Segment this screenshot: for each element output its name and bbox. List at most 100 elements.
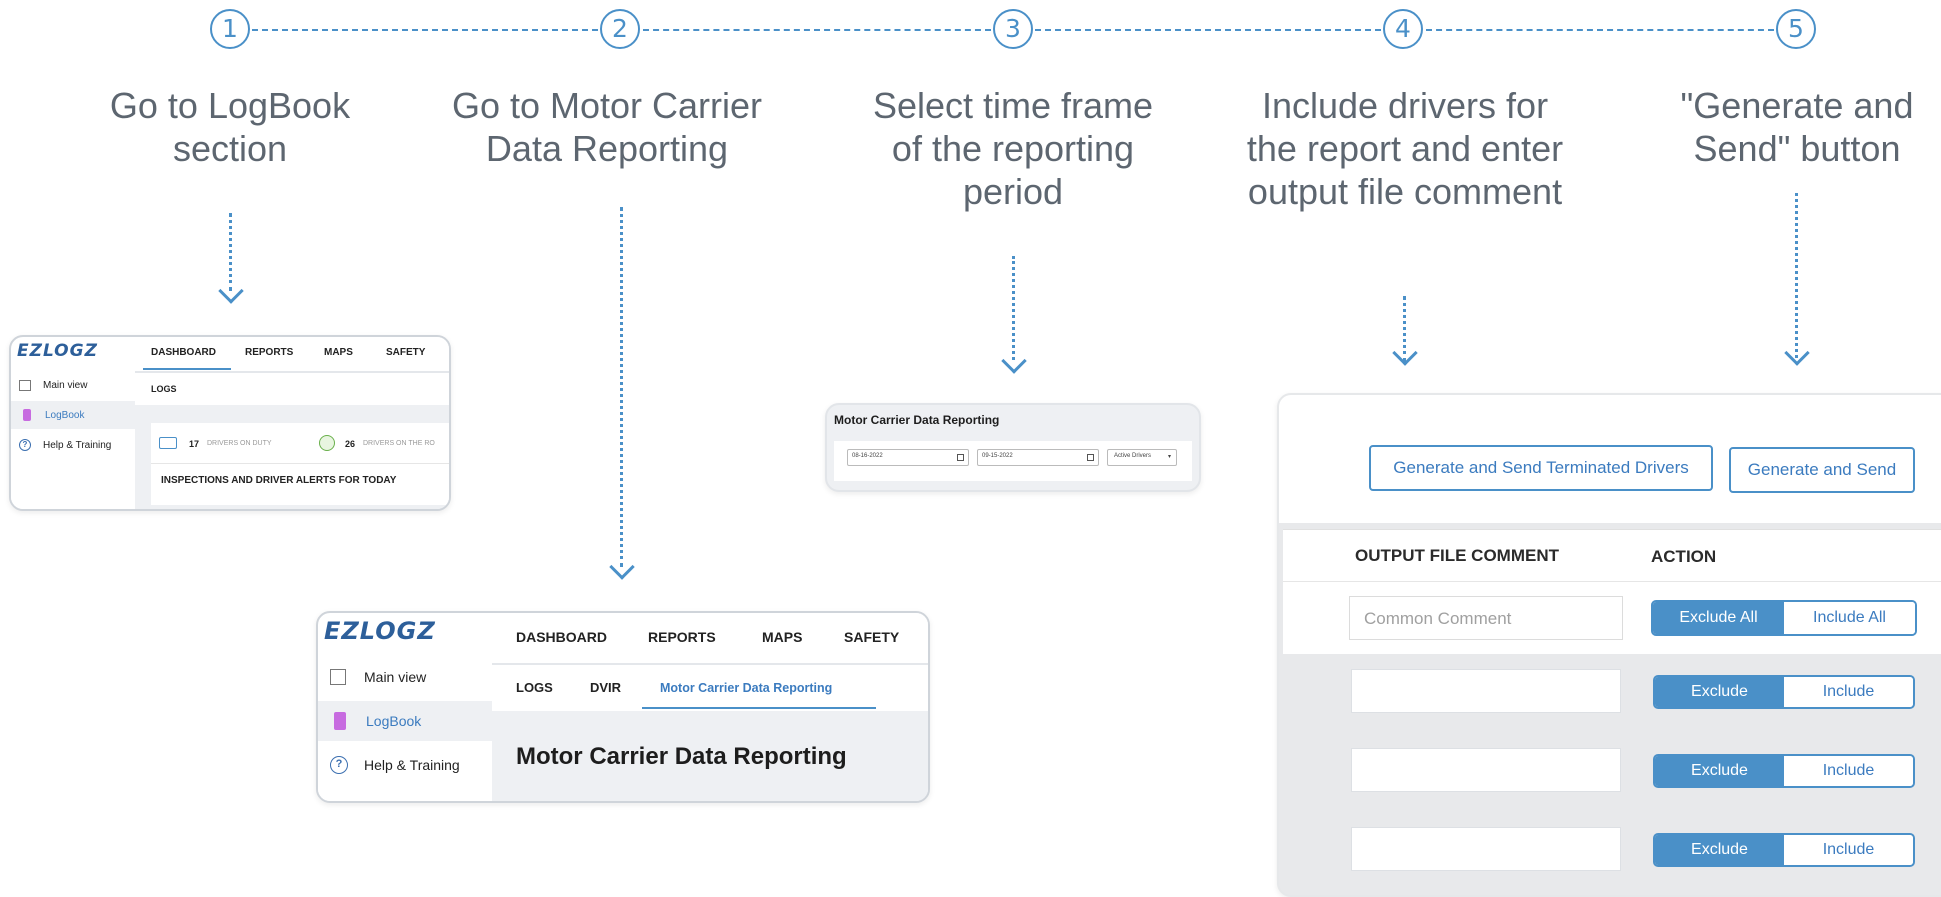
exclude-include-toggle: Exclude Include xyxy=(1653,833,1915,867)
subnav-mcdr[interactable]: Motor Carrier Data Reporting xyxy=(660,681,832,695)
filter-bar: 08-16-2022 09-15-2022 Active Drivers ▾ xyxy=(834,441,1192,481)
sidebar-item-label: Help & Training xyxy=(364,757,460,773)
step-2-circle: 2 xyxy=(600,9,640,49)
common-comment-placeholder: Common Comment xyxy=(1364,609,1512,628)
sidebar-item-label: LogBook xyxy=(45,409,85,421)
step-4-circle: 4 xyxy=(1383,9,1423,49)
date-to-input[interactable]: 09-15-2022 xyxy=(977,449,1099,466)
bank-icon xyxy=(330,669,346,685)
table-row: Exclude Include xyxy=(1283,811,1941,889)
subnav-logs[interactable]: LOGS xyxy=(151,384,177,394)
col-output-file-comment: OUTPUT FILE COMMENT xyxy=(1355,546,1559,565)
step-3-text: Select time frame of the reporting perio… xyxy=(872,85,1154,212)
exclude-all-button[interactable]: Exclude All xyxy=(1653,602,1784,634)
time-frame-screenshot-card: Motor Carrier Data Reporting 08-16-2022 … xyxy=(825,403,1201,492)
road-icon xyxy=(319,435,335,451)
exclude-include-toggle: Exclude Include xyxy=(1653,754,1915,788)
arrow-head-icon xyxy=(1001,348,1027,374)
nav-safety[interactable]: SAFETY xyxy=(844,629,899,645)
sidebar-item-label: Help & Training xyxy=(43,439,112,451)
step-1-text: Go to LogBook section xyxy=(109,85,351,169)
exclude-button[interactable]: Exclude xyxy=(1655,756,1784,786)
ezlogz-logo: EZLOGZ xyxy=(17,341,98,361)
chevron-down-icon: ▾ xyxy=(1167,454,1171,460)
sidebar-item-label: Main view xyxy=(43,379,88,391)
divider xyxy=(151,463,449,464)
logbook-icon xyxy=(334,712,346,730)
exclude-include-all-toggle: Exclude All Include All xyxy=(1651,600,1917,636)
date-from-value: 08-16-2022 xyxy=(852,453,883,459)
button-bar: Generate and Send Terminated Drivers Gen… xyxy=(1279,395,1941,523)
step-connector xyxy=(643,29,991,31)
logbook-screenshot-card: EZLOGZ Main view LogBook ? Help & Traini… xyxy=(9,335,451,511)
subnav-dvir[interactable]: DVIR xyxy=(590,680,621,695)
active-nav-underline xyxy=(143,368,231,370)
nav-dashboard[interactable]: DASHBOARD xyxy=(151,347,216,358)
page-heading: Motor Carrier Data Reporting xyxy=(516,743,847,770)
arrow-line xyxy=(1012,256,1015,360)
main-panel: DASHBOARD REPORTS MAPS SAFETY LOGS 17 DR… xyxy=(135,337,449,509)
include-button[interactable]: Include xyxy=(1784,756,1913,786)
generate-send-button[interactable]: Generate and Send xyxy=(1729,447,1915,493)
exclude-button[interactable]: Exclude xyxy=(1655,835,1784,865)
row-comment-input[interactable] xyxy=(1351,827,1621,871)
sidebar-item-help[interactable]: ? Help & Training xyxy=(318,745,492,785)
arrow-head-icon xyxy=(218,278,244,304)
top-nav: DASHBOARD REPORTS MAPS SAFETY xyxy=(135,337,449,373)
date-from-input[interactable]: 08-16-2022 xyxy=(847,449,969,466)
active-subnav-underline xyxy=(642,707,876,709)
driver-filter-select[interactable]: Active Drivers ▾ xyxy=(1107,449,1177,466)
sidebar-item-help[interactable]: ? Help & Training xyxy=(11,431,135,459)
arrow-line xyxy=(1795,193,1798,358)
sidebar-item-label: Main view xyxy=(364,669,427,685)
step-4-text: Include drivers for the report and enter… xyxy=(1246,85,1564,212)
nav-maps[interactable]: MAPS xyxy=(762,629,802,645)
sidebar-item-main-view[interactable]: Main view xyxy=(318,657,492,697)
include-button[interactable]: Include xyxy=(1784,677,1913,707)
generate-send-terminated-button[interactable]: Generate and Send Terminated Drivers xyxy=(1369,445,1713,491)
logbook-icon xyxy=(23,409,31,421)
alerts-heading: INSPECTIONS AND DRIVER ALERTS FOR TODAY xyxy=(161,475,397,486)
arrow-line xyxy=(620,207,623,567)
step-1-circle: 1 xyxy=(210,9,250,49)
step-5-text: "Generate and Send" button xyxy=(1680,85,1914,169)
sidebar-item-label: LogBook xyxy=(366,713,422,729)
bank-icon xyxy=(19,379,31,391)
row-comment-input[interactable] xyxy=(1351,669,1621,713)
common-row: Common Comment Exclude All Include All xyxy=(1283,581,1941,654)
top-nav: DASHBOARD REPORTS MAPS SAFETY xyxy=(492,613,928,665)
nav-reports[interactable]: REPORTS xyxy=(648,629,716,645)
main-panel: DASHBOARD REPORTS MAPS SAFETY LOGS DVIR … xyxy=(492,613,928,801)
common-comment-input[interactable]: Common Comment xyxy=(1349,596,1623,640)
row-comment-input[interactable] xyxy=(1351,748,1621,792)
calendar-icon xyxy=(957,454,964,461)
drivers-on-duty-label: DRIVERS ON DUTY xyxy=(207,440,272,447)
nav-safety[interactable]: SAFETY xyxy=(386,347,425,358)
arrow-head-icon xyxy=(1392,340,1418,366)
generate-send-screenshot-card: Generate and Send Terminated Drivers Gen… xyxy=(1277,393,1941,897)
truck-icon xyxy=(159,437,177,449)
nav-reports[interactable]: REPORTS xyxy=(245,347,293,358)
include-button[interactable]: Include xyxy=(1784,835,1913,865)
drivers-on-duty-count: 17 xyxy=(189,439,200,449)
sidebar-item-logbook[interactable]: LogBook xyxy=(11,401,135,429)
col-action: ACTION xyxy=(1651,547,1717,566)
stats-panel: 17 DRIVERS ON DUTY 26 DRIVERS ON THE RO … xyxy=(151,423,449,505)
sidebar: Main view LogBook ? Help & Training xyxy=(318,653,492,801)
step-connector xyxy=(1426,29,1774,31)
subnav-logs[interactable]: LOGS xyxy=(516,680,553,695)
step-connector xyxy=(1035,29,1381,31)
nav-dashboard[interactable]: DASHBOARD xyxy=(516,629,607,645)
nav-maps[interactable]: MAPS xyxy=(324,347,353,358)
sidebar-item-logbook[interactable]: LogBook xyxy=(318,701,492,741)
include-all-button[interactable]: Include All xyxy=(1784,602,1915,634)
help-icon: ? xyxy=(19,439,31,451)
drivers-on-road-label: DRIVERS ON THE RO xyxy=(363,440,435,447)
sidebar: Main view LogBook ? Help & Training xyxy=(11,367,135,509)
exclude-button[interactable]: Exclude xyxy=(1655,677,1784,707)
sidebar-item-main-view[interactable]: Main view xyxy=(11,371,135,399)
exclude-include-toggle: Exclude Include xyxy=(1653,675,1915,709)
mcdr-nav-screenshot-card: EZLOGZ Main view LogBook ? Help & Traini… xyxy=(316,611,930,803)
arrow-head-icon xyxy=(1784,340,1810,366)
arrow-head-icon xyxy=(609,554,635,580)
